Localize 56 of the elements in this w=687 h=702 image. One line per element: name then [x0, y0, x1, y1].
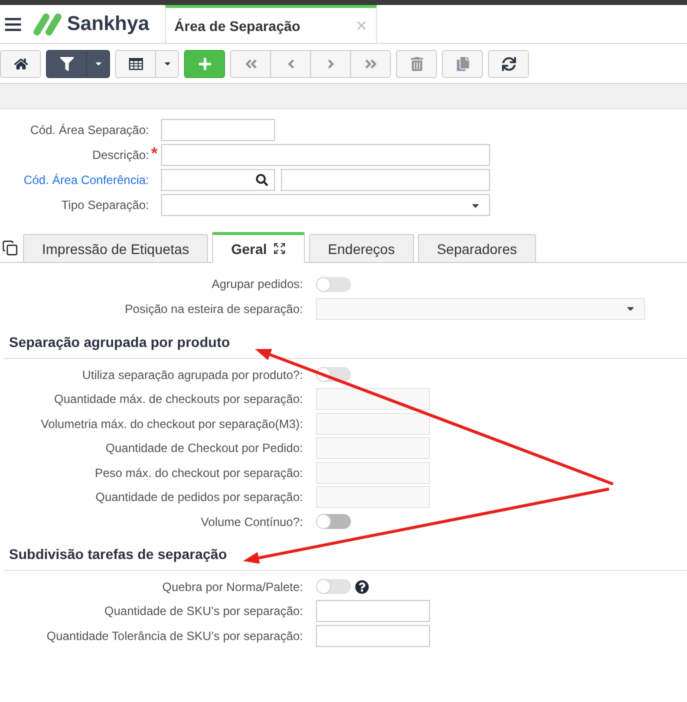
refresh-icon	[502, 56, 516, 70]
select-field[interactable]	[161, 194, 490, 216]
copy-icon	[456, 56, 470, 70]
filter-icon	[60, 56, 74, 70]
dropdown-button[interactable]	[86, 50, 110, 78]
section-title: Subdivisão tarefas de separação	[9, 546, 227, 562]
field-label: Tipo Separação:	[60, 198, 149, 212]
field-label: Volumetria máx. do checkout por separação(M3):	[40, 416, 303, 430]
table-icon	[128, 56, 142, 70]
field-link[interactable]: Cód. Área Conferência:	[0, 173, 149, 187]
field-label: Posição na esteira de separação:	[124, 302, 303, 316]
field-label: Descrição:	[91, 148, 149, 162]
lookup-field[interactable]	[161, 169, 275, 191]
screen-tab[interactable]: Área de Separação	[165, 5, 378, 43]
tab[interactable]: Impressão de Etiquetas	[23, 234, 208, 263]
field-label: Quantidade de Checkout por Pedido:	[104, 441, 303, 455]
filter-button[interactable]	[46, 50, 87, 78]
toggle-switch[interactable]	[316, 514, 351, 529]
input-field[interactable]	[161, 119, 275, 141]
search-icon[interactable]	[256, 174, 268, 186]
field-label: Quebra por Norma/Palete:	[161, 580, 303, 594]
tab[interactable]: Separadores	[418, 234, 536, 263]
brand-name: Sankhya	[67, 12, 150, 36]
field-label: Agrupar pedidos:	[210, 277, 303, 291]
double-left-chevron-icon	[244, 56, 258, 70]
logo-icon	[33, 12, 63, 36]
refresh-button[interactable]	[488, 50, 529, 78]
home-button[interactable]	[0, 50, 41, 78]
input-field[interactable]	[161, 144, 490, 166]
field-label: Quantidade máx. de checkouts por separação:	[53, 392, 303, 406]
menu-icon	[5, 18, 21, 30]
number-field[interactable]	[316, 624, 430, 646]
trash-icon	[410, 56, 424, 70]
table-button[interactable]	[115, 50, 156, 78]
add-button[interactable]	[184, 50, 225, 78]
double-right-chevron-icon	[364, 56, 378, 70]
menu-button[interactable]	[5, 18, 21, 30]
field-label: Quantidade de SKU’s por separação:	[103, 604, 303, 618]
field-label: Volume Contínuo?:	[200, 514, 303, 528]
section-title: Separação agrupada por produto	[9, 334, 230, 350]
close-button[interactable]	[355, 19, 368, 32]
number-field[interactable]	[316, 600, 430, 622]
copy-icon[interactable]	[2, 240, 18, 256]
description-field[interactable]	[281, 169, 490, 191]
close-icon	[355, 19, 368, 32]
tab[interactable]: Endereços	[308, 234, 414, 263]
field-label: Quantidade de pedidos por separação:	[94, 490, 303, 504]
expand-icon[interactable]	[272, 242, 286, 255]
plus-icon	[198, 56, 212, 70]
field-label: Cód. Área Separação:	[29, 123, 149, 137]
field-label: Quantidade Tolerância de SKU’s por separação:	[46, 628, 303, 642]
field-label: Utiliza separação agrupada por produto?:	[81, 368, 303, 382]
field-label: Peso máx. do checkout por separação:	[94, 466, 303, 480]
required-mark: *	[151, 145, 158, 162]
tab[interactable]: Geral	[212, 232, 305, 263]
home-icon	[14, 56, 28, 70]
